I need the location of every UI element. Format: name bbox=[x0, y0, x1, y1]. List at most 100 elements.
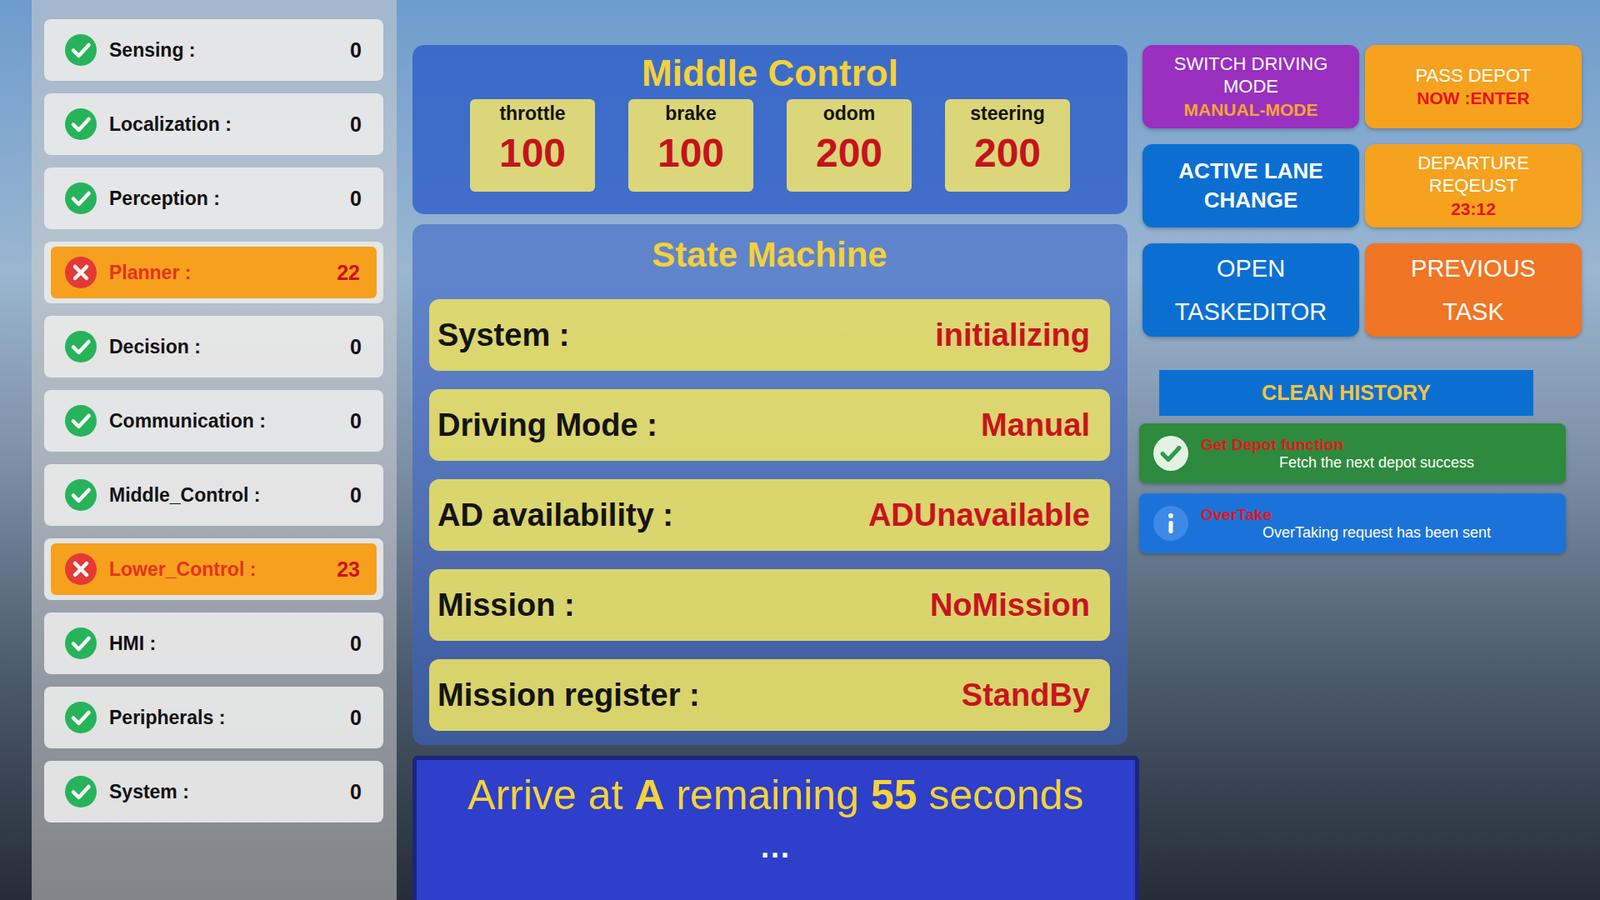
module-item-body: Lower_Control :23 bbox=[50, 543, 377, 595]
module-item: Localization : 0 bbox=[44, 93, 384, 155]
gauge-row: throttle100brake100odom200steering200 bbox=[470, 99, 1070, 192]
module-item-body: Decision :0 bbox=[44, 315, 384, 378]
module-item: Sensing : 0 bbox=[44, 19, 384, 81]
middle-column: Middle Controlthrottle100brake100odom200… bbox=[412, 0, 1140, 900]
panel-title: State Machine bbox=[651, 234, 887, 276]
notification-message: OverTaking request has been sent bbox=[1200, 524, 1553, 542]
arrival-banner: Arrive at A remaining 55 seconds... bbox=[412, 755, 1140, 900]
notification-title: Get Depot function bbox=[1200, 435, 1553, 455]
module-label: HMI : bbox=[109, 632, 156, 655]
module-item-body: Localization : 0 bbox=[44, 93, 384, 155]
module-label: Lower_Control : bbox=[109, 558, 256, 581]
action-button[interactable]: DEPARTURE REQEUST23:12 bbox=[1365, 144, 1582, 228]
arrival-message-part: 55 bbox=[870, 771, 918, 819]
action-sub-label: MANUAL-MODE bbox=[1184, 98, 1319, 121]
module-item-body: Peripherals :0 bbox=[44, 686, 384, 749]
check-circle-icon bbox=[64, 404, 98, 438]
gauge: odom 200 bbox=[786, 99, 912, 192]
action-button[interactable]: SWITCH DRIVING MODEMANUAL-MODE bbox=[1142, 45, 1360, 129]
state-row: AD availability : ADUnavailable bbox=[429, 479, 1110, 551]
module-label: Decision : bbox=[109, 335, 201, 359]
state-label: AD availability : bbox=[437, 497, 674, 534]
module-label: Planner : bbox=[109, 261, 191, 285]
check-circle-icon bbox=[64, 478, 98, 512]
arrival-message-part: Arrive at bbox=[467, 771, 635, 819]
action-label: PREVIOUS TASK bbox=[1390, 246, 1557, 334]
notification: OverTakeOverTaking request has been sent bbox=[1139, 493, 1566, 554]
action-label: PASS DEPOT bbox=[1415, 64, 1532, 88]
action-button[interactable]: OPEN TASKEDITOR bbox=[1142, 243, 1360, 337]
module-item: Decision :0 bbox=[44, 315, 384, 378]
notification: Get Depot functionFetch the next depot s… bbox=[1139, 423, 1566, 484]
module-count: 0 bbox=[350, 409, 362, 434]
module-count: 0 bbox=[350, 38, 362, 63]
module-label: System : bbox=[109, 780, 190, 804]
module-count: 0 bbox=[350, 112, 362, 137]
module-count: 22 bbox=[336, 260, 360, 285]
arrival-message-part: seconds bbox=[917, 771, 1085, 819]
action-sub-label: 23:12 bbox=[1450, 197, 1496, 220]
module-label: Sensing : bbox=[109, 39, 196, 62]
module-item-body: Sensing : 0 bbox=[44, 19, 384, 81]
state-label: Driving Mode : bbox=[437, 407, 658, 444]
module-label: Communication : bbox=[109, 410, 266, 433]
module-item: Lower_Control :23 bbox=[44, 538, 384, 600]
banner-ellipsis: ... bbox=[760, 830, 791, 865]
arrival-message-part: A bbox=[634, 771, 665, 819]
arrival-message-part: remaining bbox=[665, 771, 871, 819]
check-circle-icon bbox=[64, 626, 98, 660]
gauge-label: brake bbox=[665, 102, 716, 125]
state-row: Mission register :StandBy bbox=[429, 659, 1110, 731]
notification-text: Get Depot functionFetch the next depot s… bbox=[1200, 435, 1553, 472]
action-sub-label: NOW :ENTER bbox=[1416, 86, 1530, 110]
notification-message: Fetch the next depot success bbox=[1200, 454, 1553, 472]
gauge-value: 200 bbox=[815, 130, 883, 176]
gauge-label: steering bbox=[970, 102, 1045, 125]
module-sidebar: Sensing :0Localization :0Perception :0Pl… bbox=[31, 0, 397, 900]
notification-text: OverTakeOverTaking request has been sent bbox=[1200, 505, 1553, 542]
action-label: DEPARTURE REQEUST bbox=[1373, 151, 1574, 198]
state-label: Mission register : bbox=[437, 677, 700, 714]
action-grid: SWITCH DRIVING MODEMANUAL-MODEPASS DEPOT… bbox=[1142, 45, 1582, 337]
module-count: 0 bbox=[350, 483, 362, 508]
module-label: Peripherals : bbox=[109, 706, 225, 730]
module-count: 0 bbox=[350, 631, 362, 656]
action-column: SWITCH DRIVING MODEMANUAL-MODEPASS DEPOT… bbox=[1139, 0, 1585, 900]
module-label: Localization : bbox=[109, 113, 232, 136]
state-machine-panel: State Machine System :initializing Driving… bbox=[412, 224, 1128, 745]
action-label: OPEN TASKEDITOR bbox=[1167, 246, 1335, 334]
gauge-value: 200 bbox=[974, 130, 1041, 176]
check-circle-icon bbox=[64, 33, 98, 67]
gauge-label: odom bbox=[823, 102, 876, 125]
error-circle-icon bbox=[64, 255, 98, 290]
panel-title: Middle Control bbox=[641, 51, 899, 96]
state-label: Mission : bbox=[437, 587, 575, 624]
state-row: System :initializing bbox=[429, 299, 1110, 371]
action-label: SWITCH DRIVING MODE bbox=[1150, 52, 1351, 99]
state-title-wrap: State Machine bbox=[429, 234, 1110, 300]
module-label: Middle_Control : bbox=[109, 484, 260, 507]
success-check-icon bbox=[1152, 435, 1190, 472]
module-item: HMI : 0 bbox=[44, 612, 384, 675]
gauge-value: 100 bbox=[499, 130, 566, 176]
state-rows: System :initializingDriving Mode :Manual… bbox=[429, 299, 1110, 731]
clean-history-button[interactable]: CLEAN HISTORY bbox=[1159, 370, 1534, 416]
state-value: ADUnavailable bbox=[868, 497, 1090, 534]
check-circle-icon bbox=[64, 330, 98, 364]
module-count: 0 bbox=[350, 780, 362, 805]
gauge: steering 200 bbox=[945, 99, 1070, 192]
action-button[interactable]: ACTIVE LANE CHANGE bbox=[1142, 144, 1360, 228]
action-button[interactable]: PREVIOUS TASK bbox=[1365, 243, 1582, 337]
module-item: Communication : 0 bbox=[44, 390, 384, 452]
arrival-message: Arrive at A remaining 55 seconds bbox=[467, 768, 1084, 822]
state-row: Mission : NoMission bbox=[429, 569, 1110, 641]
state-value: NoMission bbox=[930, 587, 1090, 624]
state-label: System : bbox=[437, 317, 570, 354]
module-item: Perception :0 bbox=[44, 167, 384, 230]
module-item-body: System : 0 bbox=[44, 760, 384, 823]
module-label: Perception : bbox=[109, 187, 220, 210]
module-item: Middle_Control : 0 bbox=[44, 464, 384, 526]
module-item-body: Middle_Control : 0 bbox=[44, 464, 384, 526]
action-button[interactable]: PASS DEPOTNOW :ENTER bbox=[1365, 45, 1582, 129]
check-circle-icon bbox=[64, 775, 98, 809]
